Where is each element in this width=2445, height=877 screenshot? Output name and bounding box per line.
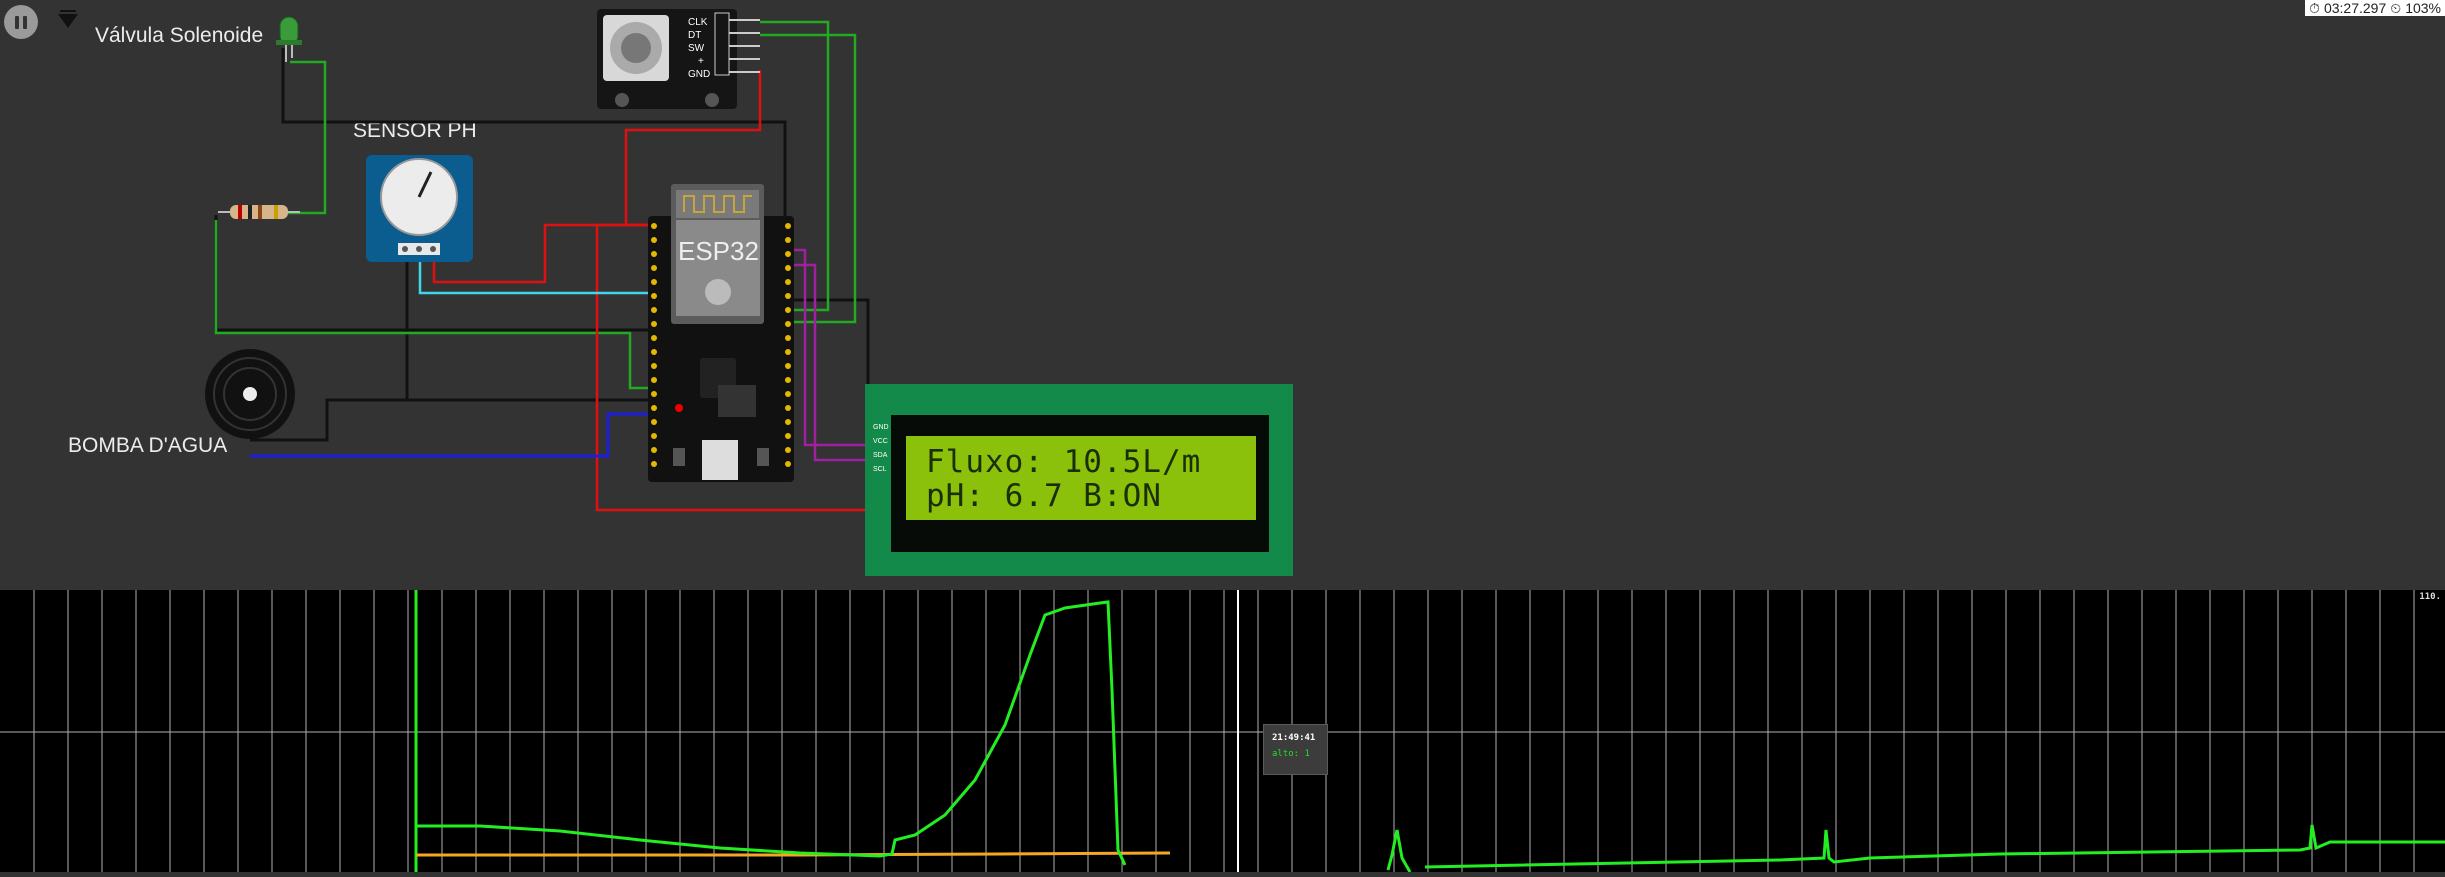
- encoder-pin-gnd: GND: [688, 69, 711, 80]
- lcd-pin-labels: GND VCC SDA SCL: [873, 421, 889, 477]
- plot-grid: [0, 590, 2445, 872]
- resistor-component: [218, 205, 300, 219]
- plot-canvas: [0, 590, 2445, 873]
- lcd-pin-scl: SCL: [873, 466, 887, 473]
- lcd-pin-sda: SDA: [873, 452, 888, 459]
- led-component: [276, 16, 302, 62]
- water-pump-buzzer: [205, 349, 295, 439]
- encoder-pin-labels: CLK DT SW + GND: [688, 16, 710, 81]
- lcd-line-2: pH: 6.7 B:ON: [926, 478, 1162, 514]
- lcd-pin-vcc: VCC: [873, 438, 888, 445]
- esp32-label: ESP32: [678, 236, 759, 266]
- tooltip-time: 21:49:41: [1272, 733, 1316, 743]
- purple-wires: [790, 248, 870, 462]
- green-trace-2: [1386, 829, 1412, 873]
- encoder-pin-dt: DT: [688, 30, 702, 41]
- tooltip-value: alto: 1: [1272, 749, 1310, 759]
- plot-tooltip: 21:49:41 alto: 1: [1263, 724, 1328, 775]
- lcd-bezel: Fluxo: 10.5L/m pH: 6.7 B:ON: [891, 415, 1269, 552]
- blue-wire: [250, 412, 652, 458]
- encoder-pin-vcc: +: [698, 56, 704, 67]
- lcd-line-1: Fluxo: 10.5L/m: [926, 444, 1202, 480]
- plot-ymax-label: 110.: [2419, 592, 2441, 602]
- simulation-canvas[interactable]: Válvula Solenoide SENSOR PH BOMBA D'AGUA…: [0, 0, 2445, 590]
- lcd-display[interactable]: GND VCC SDA SCL Fluxo: 10.5L/m pH: 6.7 B…: [865, 384, 1293, 576]
- serial-plotter[interactable]: 21:49:41 alto: 1 110.: [0, 590, 2445, 873]
- encoder-pin-clk: CLK: [688, 17, 708, 28]
- green-trace-3: [1424, 824, 2445, 869]
- esp32-board: [648, 184, 794, 482]
- encoder-pin-sw: SW: [688, 43, 705, 54]
- lcd-screen: Fluxo: 10.5L/m pH: 6.7 B:ON: [906, 436, 1256, 520]
- ph-sensor-potentiometer: [366, 155, 473, 262]
- green-trace-1: [416, 600, 1127, 866]
- lcd-pin-gnd: GND: [873, 424, 889, 431]
- rotary-encoder: [597, 9, 760, 109]
